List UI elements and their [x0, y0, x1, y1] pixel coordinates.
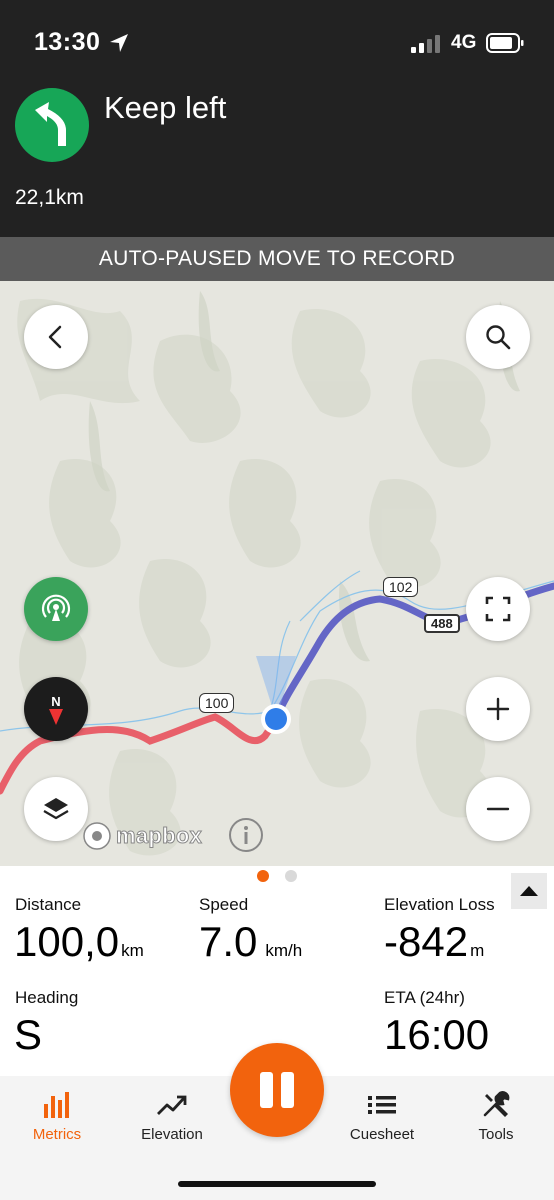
tab-cuesheet-label: Cuesheet	[349, 1126, 415, 1143]
zoom-out-button[interactable]	[466, 777, 530, 841]
road-label: 488	[424, 614, 460, 633]
collapse-metrics-button[interactable]	[511, 873, 547, 909]
compass-label: N	[51, 693, 61, 709]
layers-button[interactable]	[24, 777, 88, 841]
distance-number: 100,0	[14, 918, 120, 965]
chevron-left-icon	[48, 325, 62, 349]
tab-metrics-label: Metrics	[32, 1126, 82, 1143]
turn-instruction: Keep left	[104, 90, 227, 125]
map-attribution: mapbox	[115, 823, 203, 849]
distance-value: 100,0 km	[14, 918, 144, 966]
tab-tools-label: Tools	[478, 1126, 514, 1143]
eta-value: 16:00	[384, 1011, 490, 1058]
elevation-loss-value: -842 m	[384, 918, 484, 966]
trend-up-icon	[157, 1095, 187, 1115]
search-icon	[486, 325, 511, 350]
compass-button[interactable]: N	[24, 677, 88, 741]
tools-icon	[483, 1091, 510, 1117]
fullscreen-icon	[485, 596, 511, 622]
broadcast-icon	[41, 594, 71, 621]
location-arrow-icon	[110, 34, 128, 52]
speed-label: Speed	[199, 895, 249, 914]
navigation-header: 13:30 4G Keep left 22,1km	[0, 0, 554, 237]
route-marker-102: 102	[383, 577, 419, 597]
mapbox-logo[interactable]: mapbox	[82, 821, 202, 851]
layers-icon	[43, 798, 69, 820]
map-terrain	[0, 291, 554, 856]
pause-icon	[260, 1072, 273, 1108]
distance-label: Distance	[15, 895, 82, 914]
tab-metrics[interactable]: Metrics	[2, 1090, 112, 1143]
status-time: 13:30	[34, 28, 101, 56]
page-indicator-active	[257, 870, 269, 882]
plus-icon	[486, 697, 510, 721]
live-tracking-button[interactable]	[24, 577, 88, 641]
list-icon	[368, 1096, 396, 1114]
recenter-button[interactable]	[466, 577, 530, 641]
tab-elevation[interactable]: Elevation	[117, 1090, 227, 1143]
battery-icon	[486, 33, 524, 53]
keep-left-arrow-icon	[35, 102, 66, 146]
elevation-loss-number: -842	[384, 918, 469, 965]
compass-needle-icon	[49, 708, 63, 725]
info-icon[interactable]	[228, 817, 264, 853]
pause-button[interactable]	[230, 1043, 324, 1137]
home-indicator[interactable]	[178, 1181, 376, 1187]
speed-number: 7.0	[199, 918, 258, 965]
auto-paused-banner: AUTO-PAUSED MOVE TO RECORD	[0, 237, 554, 281]
eta-label: ETA (24hr)	[384, 988, 465, 1007]
heading-value: S	[14, 1011, 43, 1058]
distance-unit: km	[121, 941, 144, 960]
speed-unit: km/h	[265, 941, 303, 960]
page-indicator	[285, 870, 297, 882]
turn-direction-badge	[15, 88, 89, 162]
route-marker-100: 100	[199, 693, 235, 713]
minus-icon	[486, 807, 510, 811]
tab-cuesheet[interactable]: Cuesheet	[327, 1090, 437, 1143]
tab-tools[interactable]: Tools	[441, 1090, 551, 1143]
elevation-loss-label: Elevation Loss	[384, 895, 495, 914]
speed-value: 7.0 km/h	[199, 918, 302, 966]
signal-icon	[411, 35, 440, 53]
heading-label: Heading	[15, 988, 79, 1007]
search-button[interactable]	[466, 305, 530, 369]
bar-chart-icon	[44, 1092, 69, 1118]
triangle-up-icon	[520, 886, 538, 896]
network-type: 4G	[451, 32, 477, 53]
zoom-in-button[interactable]	[466, 677, 530, 741]
back-button[interactable]	[24, 305, 88, 369]
tab-elevation-label: Elevation	[141, 1126, 203, 1143]
mapbox-mark-icon	[83, 822, 111, 850]
distance-to-turn: 22,1km	[15, 186, 84, 209]
status-bar: 13:30 4G	[0, 0, 554, 88]
map-view[interactable]: 102 100 488 N mapbox	[0, 281, 554, 866]
elevation-loss-unit: m	[470, 941, 485, 960]
